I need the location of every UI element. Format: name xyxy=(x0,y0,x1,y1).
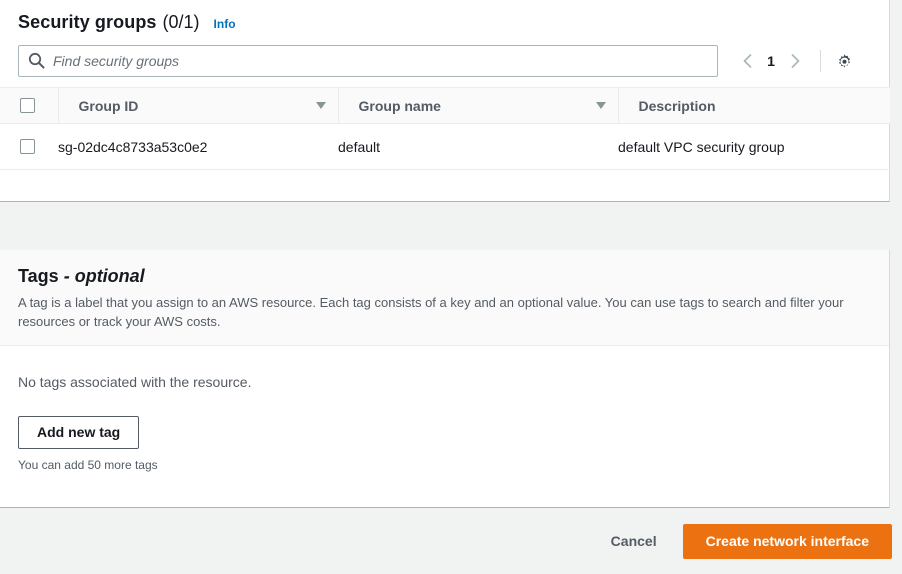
security-groups-header: Security groups (0/1) Info xyxy=(0,0,889,33)
security-groups-panel: Security groups (0/1) Info 1 xyxy=(0,0,890,202)
table-header: Group ID Group name Description xyxy=(0,87,890,124)
column-header-group-id[interactable]: Group ID xyxy=(57,87,338,124)
add-new-tag-button[interactable]: Add new tag xyxy=(18,416,140,449)
tags-header: Tags - optional A tag is a label that yo… xyxy=(0,250,889,346)
row-select-cell xyxy=(0,123,58,170)
security-groups-table: Group ID Group name Description sg-02dc4… xyxy=(0,87,890,170)
column-label: Group ID xyxy=(78,97,139,114)
table-row[interactable]: sg-02dc4c8733a53c0e2 default default VPC… xyxy=(0,123,890,170)
security-groups-toolbar: 1 xyxy=(0,43,889,79)
column-label: Group name xyxy=(358,97,441,114)
gear-icon[interactable] xyxy=(831,48,857,74)
chevron-left-icon[interactable] xyxy=(734,48,760,74)
tags-remaining-hint: You can add 50 more tags xyxy=(18,458,158,472)
create-network-interface-button[interactable]: Create network interface xyxy=(682,523,892,559)
tags-panel: Tags - optional A tag is a label that yo… xyxy=(0,250,890,508)
cell-group-name: default xyxy=(338,123,618,170)
selection-count: (0/1) xyxy=(162,12,200,32)
table-body: sg-02dc4c8733a53c0e2 default default VPC… xyxy=(0,123,890,170)
tags-title: Tags - optional xyxy=(18,266,871,287)
column-header-description[interactable]: Description xyxy=(617,87,890,124)
cell-group-id: sg-02dc4c8733a53c0e2 xyxy=(58,123,338,170)
search-box xyxy=(18,45,718,77)
page-title: Security groups xyxy=(18,12,157,32)
table-header-row: Group ID Group name Description xyxy=(0,87,890,124)
column-header-group-name[interactable]: Group name xyxy=(337,87,618,124)
tags-title-optional: - optional xyxy=(63,266,145,286)
select-all-checkbox[interactable] xyxy=(20,98,35,113)
tags-description: A tag is a label that you assign to an A… xyxy=(18,295,844,329)
cancel-button[interactable]: Cancel xyxy=(611,533,657,549)
tags-body: No tags associated with the resource. Ad… xyxy=(0,346,889,472)
pagination: 1 xyxy=(734,48,857,74)
row-checkbox[interactable] xyxy=(20,139,35,154)
select-all-header xyxy=(0,87,58,124)
tags-title-text: Tags xyxy=(18,266,59,286)
info-link[interactable]: Info xyxy=(214,17,236,31)
sort-descending-icon[interactable] xyxy=(315,102,326,109)
form-footer: Cancel Create network interface xyxy=(0,508,902,574)
pagination-page-1[interactable]: 1 xyxy=(760,53,782,69)
toolbar-divider xyxy=(820,50,821,72)
column-label: Description xyxy=(638,97,716,114)
chevron-right-icon[interactable] xyxy=(782,48,808,74)
search-input[interactable] xyxy=(18,45,718,77)
cell-description: default VPC security group xyxy=(618,123,890,170)
create-network-interface-page: Security groups (0/1) Info 1 xyxy=(0,0,902,574)
sort-descending-icon[interactable] xyxy=(595,102,606,109)
tags-empty-message: No tags associated with the resource. xyxy=(18,374,252,390)
